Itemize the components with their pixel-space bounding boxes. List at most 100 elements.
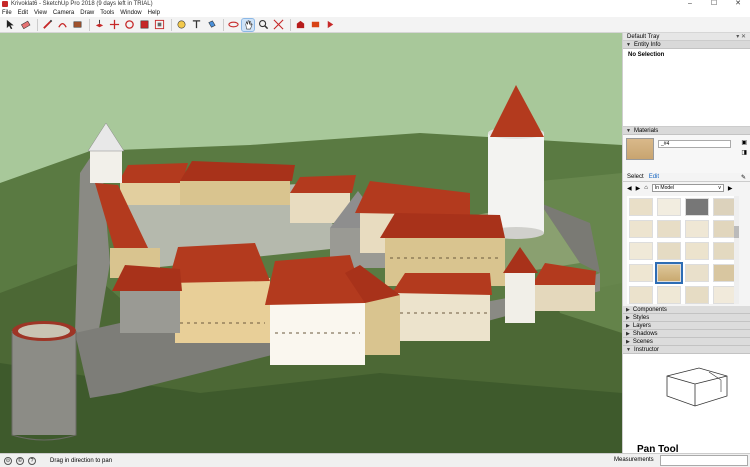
menu-draw[interactable]: Draw [80, 10, 94, 16]
display-secondary-icon[interactable]: ▣ [741, 139, 747, 146]
scenes-title: Scenes [632, 338, 653, 345]
offset-icon [154, 19, 164, 30]
components-header[interactable]: ▶ Components [623, 306, 750, 314]
eraser-icon [20, 20, 30, 30]
material-swatch[interactable] [629, 242, 653, 260]
eraser-tool-button[interactable] [19, 19, 31, 31]
arc-tool-button[interactable] [56, 19, 68, 31]
orbit-tool-button[interactable] [227, 19, 239, 31]
menu-help[interactable]: Help [148, 10, 160, 16]
layers-header[interactable]: ▶ Layers [623, 322, 750, 330]
sample-paint-icon[interactable]: ✎ [741, 174, 746, 181]
zoom-extents-tool-button[interactable] [272, 19, 284, 31]
material-swatch[interactable] [657, 242, 681, 260]
material-swatch[interactable] [685, 220, 709, 238]
pan-tool-button[interactable] [241, 17, 255, 32]
material-swatch[interactable] [629, 198, 653, 216]
material-swatch-selected[interactable] [655, 262, 683, 284]
material-swatch[interactable] [657, 286, 681, 304]
geo-location-icon[interactable]: ⊙ [4, 456, 12, 465]
instructor-header[interactable]: ▼ Instructor [623, 346, 750, 354]
offset-tool-button[interactable] [153, 19, 165, 31]
material-swatch[interactable] [685, 286, 709, 304]
menu-file[interactable]: File [2, 10, 12, 16]
tape-measure-tool-button[interactable] [175, 19, 187, 31]
shadows-title: Shadows [632, 330, 658, 337]
close-button[interactable]: ✕ [726, 0, 750, 8]
paint-bucket-tool-button[interactable] [205, 19, 217, 31]
line-tool-button[interactable] [41, 19, 53, 31]
materials-header[interactable]: ▼ Materials [623, 127, 750, 135]
minimize-button[interactable]: – [678, 0, 702, 8]
menu-view[interactable]: View [34, 10, 47, 16]
rotate-tool-button[interactable] [123, 19, 135, 31]
text-tool-button[interactable] [190, 19, 202, 31]
material-name-field[interactable]: _#4 [658, 140, 731, 148]
rectangle-icon [73, 21, 81, 28]
credits-icon[interactable]: © [16, 456, 24, 465]
material-swatch[interactable] [685, 264, 709, 282]
material-swatch-grid [627, 196, 739, 304]
menu-bar: File Edit View Camera Draw Tools Window … [0, 8, 750, 17]
material-swatch[interactable] [629, 220, 653, 238]
materials-tabs: Select Edit ✎ [623, 173, 750, 182]
shadows-header[interactable]: ▶ Shadows [623, 330, 750, 338]
scenes-header[interactable]: ▶ Scenes [623, 338, 750, 346]
select-tool-button[interactable] [4, 19, 16, 31]
paint-bucket-icon [207, 20, 216, 28]
model-viewport[interactable] [0, 33, 622, 453]
orbit-icon [227, 21, 239, 28]
menu-window[interactable]: Window [120, 10, 141, 16]
entity-info-title: Entity Info [633, 41, 661, 48]
scrollbar-thumb[interactable] [734, 226, 739, 238]
back-arrow-icon[interactable]: ◀ [627, 185, 632, 192]
material-swatch[interactable] [657, 198, 681, 216]
entity-info-header[interactable]: ▼ Entity Info [623, 41, 750, 49]
forward-arrow-icon[interactable]: ▶ [636, 185, 641, 192]
layers-title: Layers [632, 322, 651, 329]
collapsed-triangle-icon: ▶ [626, 322, 630, 329]
window-controls: – ☐ ✕ [678, 0, 750, 8]
material-swatch[interactable] [685, 198, 709, 216]
current-material-swatch[interactable] [626, 138, 654, 160]
zoom-tool-button[interactable] [257, 19, 269, 31]
move-tool-button[interactable] [108, 19, 120, 31]
material-swatch[interactable] [657, 220, 681, 238]
tray-controls[interactable]: ▾ ✕ [736, 33, 746, 40]
materials-nav: ◀ ▶ ⌂ In Model ▶ [623, 182, 750, 194]
swatch-scrollbar[interactable] [734, 196, 739, 304]
rotate-icon [124, 20, 134, 29]
toolbar-separator [290, 18, 291, 31]
maximize-button[interactable]: ☐ [702, 0, 726, 8]
push-pull-tool-button[interactable] [93, 19, 105, 31]
rectangle-tool-button[interactable] [71, 19, 83, 31]
warehouse-tool-button[interactable] [294, 19, 306, 31]
magnifier-icon [258, 20, 268, 30]
entity-info-body: No Selection [623, 49, 750, 127]
arc-icon [57, 22, 67, 28]
material-collection-dropdown[interactable]: In Model [651, 184, 724, 192]
help-icon[interactable]: ? [28, 456, 36, 465]
measurements-input[interactable] [660, 455, 748, 466]
menu-camera[interactable]: Camera [53, 10, 74, 16]
menu-tools[interactable]: Tools [100, 10, 114, 16]
create-material-icon[interactable]: ◨ [741, 149, 747, 156]
arrow-cursor-icon [6, 19, 14, 30]
measurements-label: Measurements [614, 457, 654, 463]
pencil-icon [42, 19, 52, 29]
extension-warehouse-tool-button[interactable] [309, 19, 321, 31]
scale-tool-button[interactable] [138, 19, 150, 31]
home-icon[interactable]: ⌂ [644, 185, 648, 191]
material-swatch[interactable] [685, 242, 709, 260]
send-to-layout-tool-button[interactable] [324, 19, 336, 31]
menu-edit[interactable]: Edit [18, 10, 28, 16]
material-swatch[interactable] [629, 286, 653, 304]
tab-select[interactable]: Select [627, 174, 644, 180]
collapsed-triangle-icon: ▶ [626, 314, 630, 321]
tab-edit[interactable]: Edit [649, 174, 659, 180]
main-toolbar [0, 17, 750, 33]
details-arrow-icon[interactable]: ▶ [728, 185, 733, 192]
pan-illustration-icon [666, 367, 728, 407]
material-swatch[interactable] [629, 264, 653, 282]
styles-header[interactable]: ▶ Styles [623, 314, 750, 322]
